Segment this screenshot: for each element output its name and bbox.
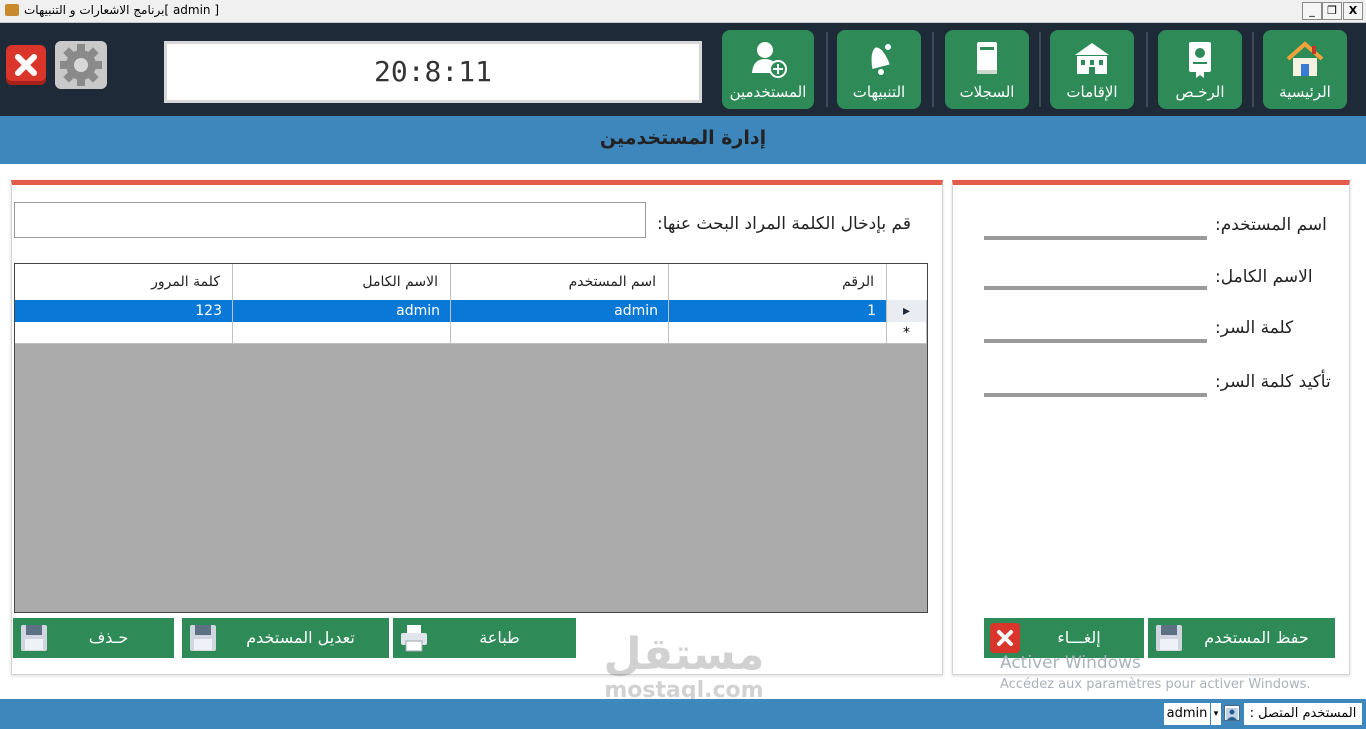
top-toolbar: 20:8:11 الرئيسية الرخـص الإقامات السجلات…: [0, 23, 1366, 116]
printer-icon: [401, 625, 427, 652]
tile-records[interactable]: السجلات: [945, 30, 1029, 109]
fullname-field[interactable]: [984, 252, 1207, 290]
password-label: كلمة السر:: [1215, 318, 1294, 338]
mostaql-watermark-logo: مستقل mostaql.com: [598, 630, 770, 710]
cancel-label: إلغـــاء: [1057, 628, 1101, 647]
tile-users-label: المستخدمين: [729, 83, 807, 101]
app-icon: [5, 4, 19, 16]
confirm-password-label: تأكيد كلمة السر:: [1215, 372, 1331, 392]
edit-user-label: تعديل المستخدم: [246, 628, 355, 647]
cancel-button[interactable]: إلغـــاء: [984, 618, 1144, 658]
username-field[interactable]: [984, 202, 1207, 240]
search-input[interactable]: [14, 202, 646, 238]
bell-icon: [871, 44, 891, 75]
certificate-icon: [1189, 42, 1211, 78]
settings-button[interactable]: [55, 41, 107, 89]
tile-alerts-label: التنبيهات: [852, 83, 906, 101]
activate-windows-title: Activer Windows: [1000, 653, 1141, 673]
cell-password[interactable]: 123: [15, 300, 233, 322]
username-label: اسم المستخدم:: [1215, 215, 1327, 235]
edit-user-button[interactable]: تعديل المستخدم: [182, 618, 389, 658]
save-user-label: حفظ المستخدم: [1204, 628, 1309, 647]
separator: [1039, 32, 1041, 107]
tile-home-label: الرئيسية: [1279, 83, 1331, 101]
cell-empty[interactable]: [15, 322, 233, 343]
delete-button[interactable]: حـذف: [13, 618, 174, 658]
print-label: طباعة: [479, 628, 520, 647]
building-icon: [1075, 43, 1109, 74]
cancel-icon: [990, 623, 1020, 653]
add-user-icon: [752, 42, 787, 78]
gear-icon: [60, 44, 102, 86]
tile-home[interactable]: الرئيسية: [1263, 30, 1347, 109]
activate-windows-subtitle: Accédez aux paramètres pour activer Wind…: [1000, 677, 1311, 692]
cell-empty[interactable]: [233, 322, 451, 343]
tile-licenses[interactable]: الرخـص: [1158, 30, 1242, 109]
floppy-disk-icon: [190, 625, 216, 651]
column-header-username[interactable]: اسم المستخدم: [451, 264, 669, 300]
separator: [932, 32, 934, 107]
close-icon: [15, 54, 37, 76]
table-row[interactable]: ▸ 1 admin admin 123: [15, 300, 927, 322]
tile-licenses-label: الرخـص: [1175, 83, 1225, 101]
save-user-button[interactable]: حفظ المستخدم: [1148, 618, 1335, 658]
book-icon: [977, 42, 997, 74]
cell-username[interactable]: admin: [451, 300, 669, 322]
watermark-logo-text: مستقل: [603, 629, 765, 680]
search-label: قم بإدخال الكلمة المراد البحث عنها:: [657, 214, 911, 234]
column-header-number[interactable]: الرقم: [669, 264, 887, 300]
clock-display: 20:8:11: [164, 41, 702, 103]
window-title: [ admin ]برنامج الاشعارات و التنبيهات: [24, 3, 220, 17]
house-icon: [1286, 41, 1324, 76]
delete-label: حـذف: [88, 628, 129, 647]
floppy-disk-icon: [1156, 625, 1182, 651]
status-user-value: admin: [1164, 703, 1210, 725]
status-dropdown-arrow-icon[interactable]: ▾: [1211, 703, 1221, 725]
page-header: إدارة المستخدمين: [0, 116, 1366, 164]
minimize-button[interactable]: _: [1302, 2, 1322, 20]
separator: [826, 32, 828, 107]
page-title: إدارة المستخدمين: [599, 127, 767, 149]
exit-button[interactable]: [6, 45, 46, 85]
tile-alerts[interactable]: التنبيهات: [837, 30, 921, 109]
row-indicator: ▸: [887, 300, 927, 322]
cell-empty[interactable]: [451, 322, 669, 343]
tile-records-label: السجلات: [959, 83, 1015, 101]
status-user-icon: [1224, 705, 1240, 721]
status-bar: [0, 699, 1366, 729]
floppy-disk-icon: [21, 625, 47, 651]
cell-fullname[interactable]: admin: [233, 300, 451, 322]
separator: [1146, 32, 1148, 107]
window-titlebar: [ admin ]برنامج الاشعارات و التنبيهات _ …: [0, 0, 1366, 23]
table-header: الرقم اسم المستخدم الاسم الكامل كلمة الم…: [15, 264, 927, 301]
print-button[interactable]: طباعة: [393, 618, 576, 658]
status-connected-label: المستخدم المتصل :: [1244, 703, 1362, 725]
column-header-fullname[interactable]: الاسم الكامل: [233, 264, 451, 300]
restore-button[interactable]: ❐: [1322, 2, 1342, 20]
confirm-password-field[interactable]: [984, 359, 1207, 397]
cell-number[interactable]: 1: [669, 300, 887, 322]
tile-residencies[interactable]: الإقامات: [1050, 30, 1134, 109]
users-table: الرقم اسم المستخدم الاسم الكامل كلمة الم…: [14, 263, 928, 613]
new-row-indicator: *: [887, 322, 927, 343]
password-field[interactable]: [984, 305, 1207, 343]
tile-residencies-label: الإقامات: [1066, 83, 1118, 101]
column-header-password[interactable]: كلمة المرور: [15, 264, 233, 300]
cell-empty[interactable]: [669, 322, 887, 343]
table-new-row[interactable]: *: [15, 322, 927, 344]
separator: [1252, 32, 1254, 107]
tile-users[interactable]: المستخدمين: [722, 30, 814, 109]
close-window-button[interactable]: X: [1343, 2, 1363, 20]
fullname-label: الاسم الكامل:: [1215, 267, 1313, 287]
